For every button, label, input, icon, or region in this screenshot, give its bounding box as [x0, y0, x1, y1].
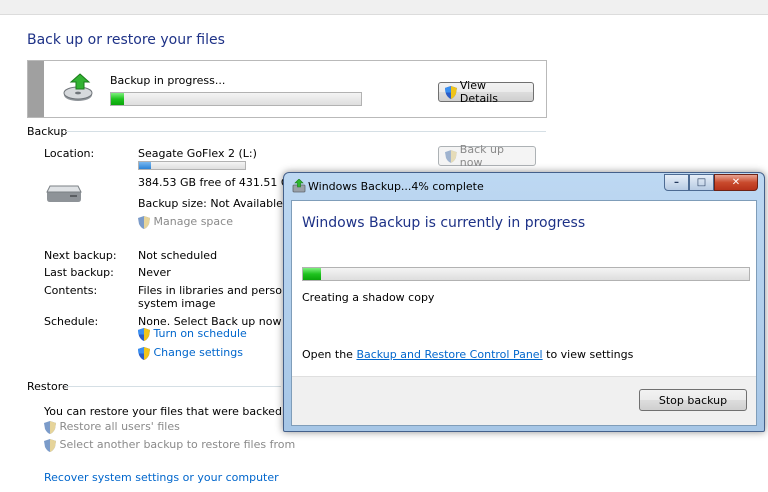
uac-shield-icon [445, 149, 457, 163]
dialog-footer: Stop backup [292, 376, 756, 425]
schedule-label: Schedule: [44, 315, 99, 328]
uac-shield-icon [44, 438, 56, 452]
restore-section-divider [66, 386, 281, 387]
turn-on-schedule-label: Turn on schedule [153, 327, 247, 340]
uac-shield-icon [138, 327, 150, 341]
dialog-status-text: Creating a shadow copy [302, 291, 435, 304]
window-top-strip [0, 0, 768, 15]
change-settings-link[interactable]: Change settings [138, 346, 243, 360]
maximize-button[interactable]: □ [689, 174, 714, 191]
uac-shield-icon [445, 85, 457, 99]
drive-name: Seagate GoFlex 2 (L:) [138, 147, 257, 160]
panel-accent-stripe [28, 61, 44, 117]
dialog-heading: Windows Backup is currently in progress [302, 215, 586, 231]
dialog-progress-bar [302, 267, 750, 281]
drive-usage-fill [139, 162, 151, 169]
location-label: Location: [44, 147, 95, 160]
recover-system-link[interactable]: Recover system settings or your computer [44, 471, 279, 484]
next-backup-label: Next backup: [44, 249, 117, 262]
maximize-icon: □ [696, 177, 707, 188]
next-backup-value: Not scheduled [138, 249, 218, 262]
contents-label: Contents: [44, 284, 98, 297]
manage-space-label: Manage space [153, 215, 233, 228]
turn-on-schedule-link[interactable]: Turn on schedule [138, 327, 247, 341]
close-icon: ✕ [731, 177, 741, 188]
free-space-text: 384.53 GB free of 431.51 GB [138, 176, 297, 189]
manage-space-link[interactable]: Manage space [138, 215, 233, 229]
backup-drive-icon [63, 73, 93, 101]
backup-section-divider [66, 131, 546, 132]
backup-progress-fill [111, 93, 124, 105]
info-text-after: to view settings [546, 348, 634, 361]
restore-all-users-link[interactable]: Restore all users' files [44, 420, 180, 434]
select-another-backup-link[interactable]: Select another backup to restore files f… [44, 438, 295, 452]
view-details-button[interactable]: View Details [438, 79, 534, 105]
view-details-label: View Details [459, 79, 499, 105]
uac-shield-icon [138, 215, 150, 229]
backup-status-text: Backup in progress... [110, 74, 226, 87]
dialog-progress-fill [303, 268, 321, 280]
control-panel-link[interactable]: Backup and Restore Control Panel [356, 348, 542, 361]
contents-value-line2: system image [138, 297, 216, 310]
drive-usage-bar [138, 161, 246, 170]
backup-progress-bar [110, 92, 362, 106]
windows-backup-dialog: Windows Backup...4% complete – □ ✕ Windo… [283, 172, 765, 432]
backup-progress-panel: Backup in progress... View Details [27, 60, 547, 118]
back-up-now-button[interactable]: Back up now [438, 143, 536, 169]
restore-all-users-label: Restore all users' files [59, 420, 180, 433]
uac-shield-icon [138, 346, 150, 360]
restore-section-label: Restore [27, 380, 69, 393]
external-drive-icon [46, 185, 82, 202]
close-button[interactable]: ✕ [714, 174, 758, 191]
change-settings-label: Change settings [153, 346, 243, 359]
stop-backup-label: Stop backup [658, 393, 728, 407]
window-controls: – □ ✕ [664, 174, 758, 191]
uac-shield-icon [44, 420, 56, 434]
minimize-button[interactable]: – [664, 174, 689, 191]
info-text-before: Open the [302, 348, 353, 361]
minimize-icon: – [674, 177, 679, 188]
stop-backup-button[interactable]: Stop backup [639, 389, 747, 411]
last-backup-value: Never [138, 266, 171, 279]
dialog-content: Windows Backup is currently in progress … [291, 200, 757, 426]
last-backup-label: Last backup: [44, 266, 114, 279]
dialog-info-text: Open the Backup and Restore Control Pane… [302, 348, 633, 361]
backup-section-label: Backup [27, 125, 68, 138]
back-up-now-label: Back up now [459, 143, 504, 169]
select-another-backup-label: Select another backup to restore files f… [59, 438, 296, 451]
page-title: Back up or restore your files [27, 32, 225, 48]
windows-backup-icon [292, 179, 306, 193]
backup-size-text: Backup size: Not Available [138, 197, 283, 210]
dialog-title: Windows Backup...4% complete [308, 180, 484, 193]
